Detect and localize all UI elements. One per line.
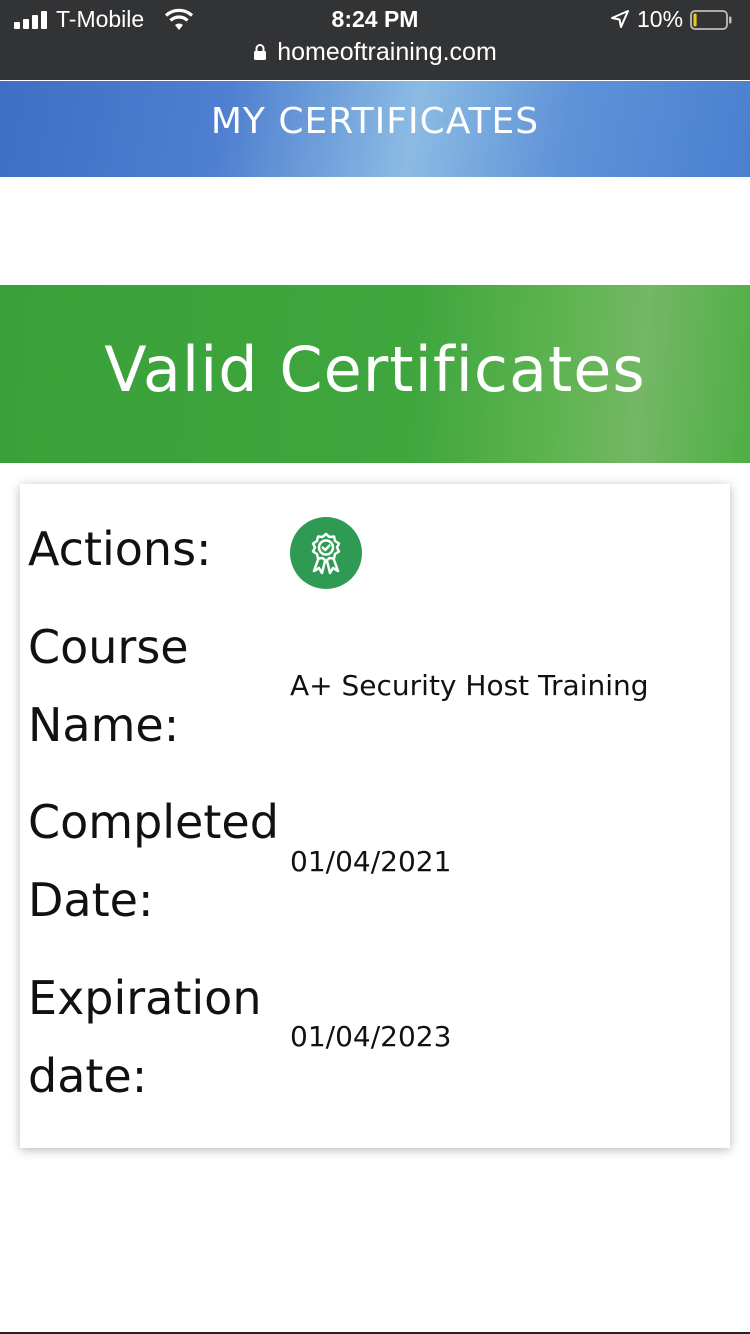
location-icon [611,10,629,28]
battery-percent: 10% [637,6,684,32]
battery-icon [690,10,732,30]
completed-label-line-2: Date: [28,873,154,927]
view-certificate-button[interactable] [290,517,362,589]
expiration-date-label: Expiration date: [28,959,288,1115]
course-name-value: A+ Security Host Training [290,669,649,702]
certificate-card: Actions: Course Name: A+ Security Host T… [20,484,730,1148]
expiration-date-value: 01/04/2023 [290,1020,452,1053]
url-text: homeoftraining.com [277,38,497,66]
completed-date-value: 01/04/2021 [290,845,452,878]
lock-icon [254,44,267,60]
expiration-label-line-2: date: [28,1049,148,1103]
course-label-line-1: Course [28,620,189,674]
url-bar[interactable]: homeoftraining.com [0,38,750,67]
status-bar: T-Mobile 8:24 PM 10% homeoftraining.com [0,0,750,80]
course-label-line-2: Name: [28,698,180,752]
section-title: Valid Certificates [104,333,646,406]
page-header: MY CERTIFICATES [0,81,750,177]
section-banner: Valid Certificates [0,285,750,463]
course-name-label: Course Name: [28,608,288,764]
completed-label-line-1: Completed [28,795,279,849]
page-title: MY CERTIFICATES [210,101,540,142]
completed-date-label: Completed Date: [28,783,288,939]
certificate-badge-icon [311,532,341,575]
actions-label: Actions: [28,522,212,576]
expiration-label-line-1: Expiration [28,971,262,1025]
